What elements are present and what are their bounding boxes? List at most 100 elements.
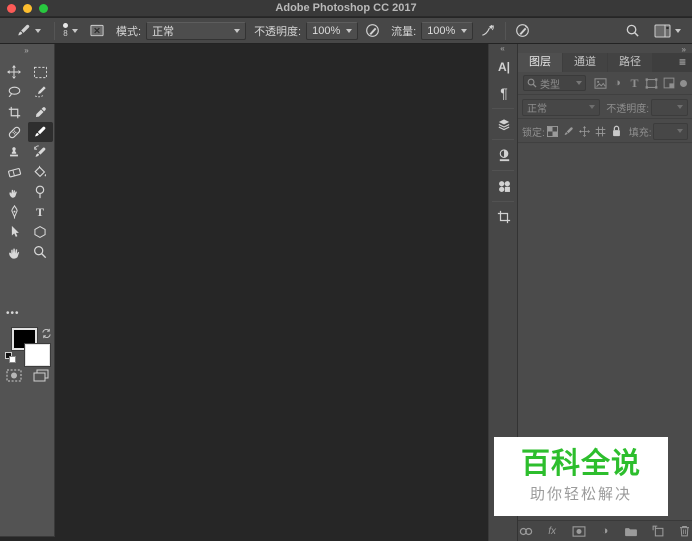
eraser-tool-button[interactable] <box>2 162 27 182</box>
delete-layer-button[interactable] <box>677 523 692 539</box>
default-colors-button[interactable] <box>5 352 17 364</box>
screen-mode-button[interactable] <box>33 369 49 387</box>
clone-stamp-tool-button[interactable] <box>2 142 27 162</box>
brush-preset-picker[interactable]: 8 <box>61 20 80 42</box>
filter-type-layers-button[interactable]: T <box>626 75 643 91</box>
workspace-switcher[interactable] <box>651 20 684 42</box>
chevron-down-icon <box>589 105 596 109</box>
zoom-tool-button[interactable] <box>28 242 53 262</box>
swap-colors-button[interactable] <box>41 326 52 344</box>
divider <box>492 201 514 202</box>
move-tool-button[interactable] <box>2 62 27 82</box>
path-selection-tool-button[interactable] <box>2 222 27 242</box>
opacity-select[interactable]: 100% <box>306 21 359 40</box>
pressure-size-button[interactable] <box>512 20 533 42</box>
brush-tool-button[interactable] <box>27 122 53 142</box>
lock-row: 锁定: 填充: <box>518 120 692 143</box>
lock-pixels-button[interactable] <box>562 123 576 139</box>
character-panel-button[interactable]: A| <box>489 54 519 80</box>
spot-healing-tool-button[interactable] <box>2 122 27 142</box>
lock-all-button[interactable] <box>610 123 624 139</box>
marquee-tool-button[interactable] <box>28 62 53 82</box>
filter-smart-objects-button[interactable] <box>660 75 677 91</box>
hand-tool-button[interactable] <box>2 242 27 262</box>
marquee-icon <box>33 66 47 78</box>
pressure-opacity-button[interactable] <box>362 20 383 42</box>
new-adjustment-layer-button[interactable]: ◑ <box>597 523 612 539</box>
lock-transparency-button[interactable] <box>546 123 560 139</box>
eyedropper-tool-button[interactable] <box>28 102 53 122</box>
filter-adjustment-layers-button[interactable]: ◑ <box>609 75 626 91</box>
watermark-overlay: 百科全说 助你轻松解决 <box>494 437 668 516</box>
properties-panel-button[interactable] <box>489 204 519 230</box>
chevron-down-icon <box>676 129 683 133</box>
photoshop-window: Adobe Photoshop CC 2017 8 模式: 正常 不透明度: 1… <box>0 0 692 541</box>
libraries-panel-button[interactable] <box>489 173 519 199</box>
magnifier-icon <box>34 246 47 259</box>
expand-dock-chevron[interactable]: « <box>489 44 517 54</box>
crop-icon <box>8 106 20 118</box>
filter-pixel-layers-button[interactable] <box>592 75 609 91</box>
lock-position-button[interactable] <box>578 123 592 139</box>
chevron-down-icon <box>72 28 78 33</box>
history-brush-tool-button[interactable] <box>28 142 53 162</box>
canvas-area[interactable] <box>56 44 488 541</box>
dodge-tool-button[interactable] <box>28 182 53 202</box>
flow-select[interactable]: 100% <box>421 21 474 40</box>
type-icon: T <box>35 204 44 219</box>
layer-style-button[interactable]: fx <box>544 523 559 539</box>
tool-preset-picker[interactable] <box>8 20 48 42</box>
airbrush-button[interactable] <box>477 20 499 42</box>
search-button[interactable] <box>622 20 643 42</box>
brush-icon <box>35 126 46 137</box>
chevron-down-icon <box>675 28 681 33</box>
eyedropper-icon <box>35 106 46 117</box>
chevron-down-icon <box>234 28 241 33</box>
tab-layers[interactable]: 图层 <box>518 53 562 72</box>
airbrush-icon <box>482 24 494 36</box>
layer-comps-panel-button[interactable] <box>489 111 519 137</box>
tab-channels[interactable]: 通道 <box>563 53 607 72</box>
new-layer-button[interactable] <box>650 523 665 539</box>
panel-menu-button[interactable]: ≡ <box>679 53 686 72</box>
filter-shape-layers-button[interactable] <box>643 75 660 91</box>
shape-tool-button[interactable] <box>28 222 53 242</box>
lock-artboard-button[interactable] <box>594 123 608 139</box>
layer-opacity-select[interactable] <box>651 98 688 116</box>
new-group-button[interactable] <box>624 523 639 539</box>
artboard-icon <box>595 126 606 136</box>
gradient-tool-button[interactable] <box>28 162 53 182</box>
panel-opacity-label: 不透明度: <box>606 103 650 115</box>
pressure-opacity-icon <box>366 24 379 37</box>
type-tool-button[interactable]: T <box>28 202 53 222</box>
panel-tabstrip: 图层 通道 路径 ≡ <box>518 53 692 72</box>
healing-bandage-icon <box>8 126 20 138</box>
mode-value: 正常 <box>152 25 175 38</box>
crop-tool-button[interactable] <box>2 102 27 122</box>
crop-marks-icon <box>497 210 511 224</box>
libraries-icon <box>498 180 510 192</box>
fill-select[interactable] <box>653 122 688 140</box>
filter-toggle-button[interactable] <box>680 79 687 87</box>
filter-type-select[interactable]: 类型 <box>523 75 586 91</box>
flow-label: 流量: <box>391 25 417 38</box>
history-brush-icon <box>34 145 46 157</box>
brush-settings-panel-toggle[interactable] <box>86 20 108 42</box>
tab-paths[interactable]: 路径 <box>608 53 652 72</box>
link-layers-button[interactable] <box>518 523 533 539</box>
adjustments-panel-button[interactable] <box>489 142 519 168</box>
edit-toolbar-button[interactable]: ••• <box>6 308 20 319</box>
blend-mode-select[interactable]: 正常 <box>522 98 601 116</box>
lasso-tool-button[interactable] <box>2 82 27 102</box>
title-bar[interactable]: Adobe Photoshop CC 2017 <box>0 0 692 17</box>
add-mask-button[interactable] <box>571 523 586 539</box>
paragraph-panel-button[interactable]: ¶ <box>489 80 519 106</box>
quick-mask-button[interactable] <box>6 369 22 387</box>
quick-selection-tool-button[interactable] <box>28 82 53 102</box>
background-color-swatch[interactable] <box>25 344 50 366</box>
mode-select[interactable]: 正常 <box>146 21 247 40</box>
smudge-tool-button[interactable] <box>2 182 27 202</box>
collapse-tools-chevron[interactable]: » <box>0 46 54 55</box>
image-icon <box>594 77 607 89</box>
pen-tool-button[interactable] <box>2 202 27 222</box>
